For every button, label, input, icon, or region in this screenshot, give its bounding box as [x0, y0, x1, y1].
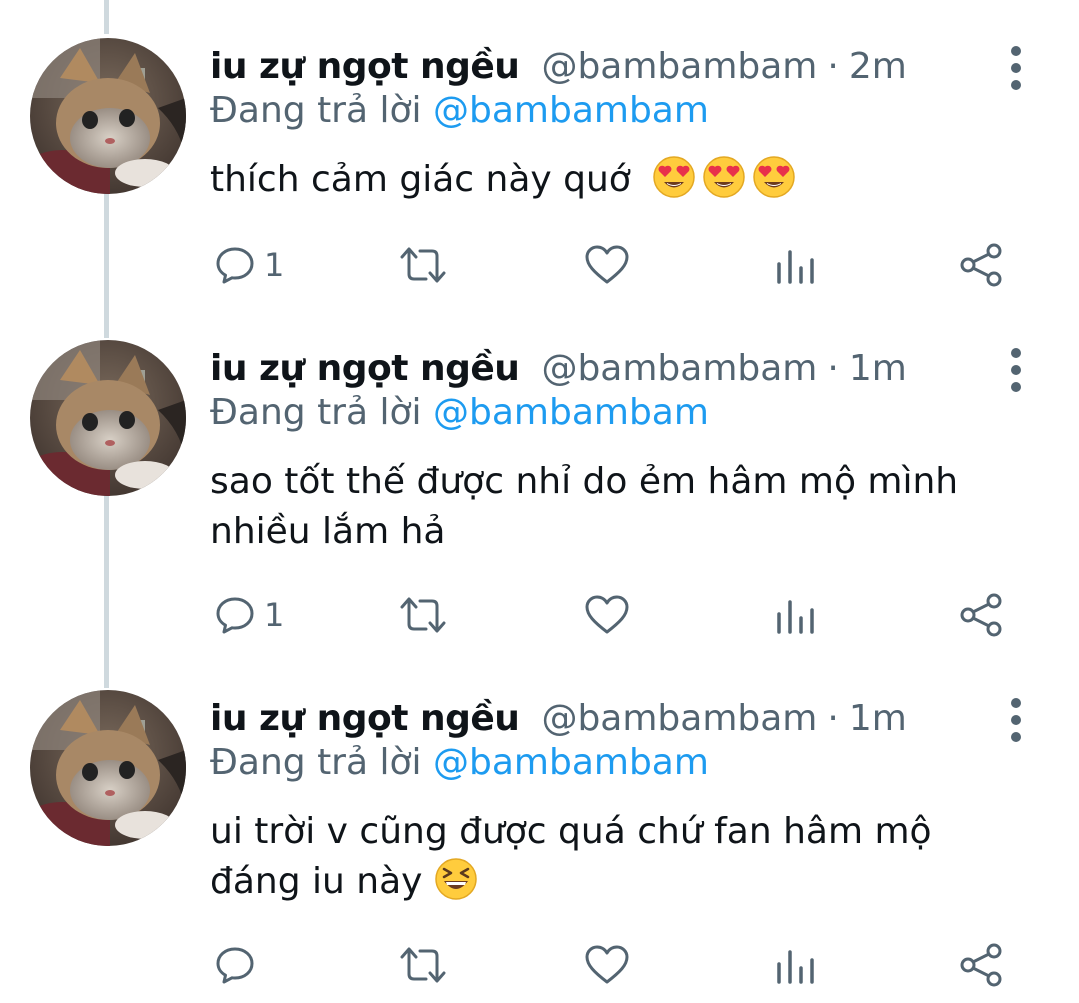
retweet-icon [400, 597, 446, 633]
timestamp[interactable]: 2m [849, 46, 907, 87]
retweet-button[interactable] [398, 590, 448, 640]
retweet-button[interactable] [398, 940, 448, 990]
like-button[interactable] [584, 240, 630, 290]
replying-to: Đang trả lời @bambambam [210, 742, 709, 783]
avatar[interactable] [30, 38, 186, 194]
more-vertical-icon[interactable] [1004, 698, 1028, 742]
retweet-icon [400, 247, 446, 283]
replying-to: Đang trả lời @bambambam [210, 392, 709, 433]
tweet-actions: 1 [0, 590, 1079, 640]
reply-button[interactable]: 1 [214, 590, 284, 640]
more-vertical-icon[interactable] [1004, 46, 1028, 90]
heart-eyes-emoji [702, 155, 746, 199]
thread-line [104, 0, 109, 34]
display-name[interactable]: iu zự ngọt ngều [210, 46, 520, 87]
reply-bubble-icon [216, 947, 254, 984]
handle[interactable]: @bambambam [541, 46, 817, 87]
tweet-actions: 1 [0, 240, 1079, 290]
display-name[interactable]: iu zự ngọt ngều [210, 348, 520, 389]
replying-to: Đang trả lời @bambambam [210, 90, 709, 131]
timestamp[interactable]: 1m [849, 348, 907, 389]
heart-icon [585, 945, 629, 984]
reply-count: 1 [264, 246, 285, 284]
timestamp[interactable]: 1m [849, 698, 907, 739]
tweet[interactable]: iu zự ngọt ngều @bambambam · 1m Đang trả… [0, 690, 1079, 1003]
separator: · [827, 347, 839, 389]
mention-link[interactable]: @bambambam [433, 742, 709, 783]
retweet-button[interactable] [398, 240, 448, 290]
heart-icon [585, 595, 629, 634]
tweet-text-line: đáng iu này [210, 861, 423, 902]
heart-eyes-emoji [752, 155, 796, 199]
tweet-text: sao tốt thế được nhỉ do ẻm hâm mộ mình n… [210, 457, 1010, 557]
share-button[interactable] [958, 240, 1004, 290]
mention-link[interactable]: @bambambam [433, 392, 709, 433]
more-vertical-icon[interactable] [1004, 348, 1028, 392]
tweet-text-line: ui trời v cũng được quá chứ fan hâm mộ [210, 811, 932, 852]
tweet-header: iu zự ngọt ngều @bambambam · 2m [210, 38, 907, 94]
handle[interactable]: @bambambam [541, 698, 817, 739]
share-button[interactable] [958, 590, 1004, 640]
replying-prefix: Đang trả lời [210, 90, 422, 131]
tweet-actions [0, 940, 1079, 990]
heart-icon [585, 245, 629, 284]
tweet-header: iu zự ngọt ngều @bambambam · 1m [210, 340, 907, 396]
views-button[interactable] [775, 940, 815, 990]
share-icon [960, 593, 1002, 637]
replying-prefix: Đang trả lời [210, 392, 422, 433]
retweet-icon [400, 947, 446, 983]
separator: · [827, 697, 839, 739]
grinning-squinting-emoji [434, 857, 478, 901]
display-name[interactable]: iu zự ngọt ngều [210, 698, 520, 739]
reply-bubble-icon [216, 597, 254, 634]
share-icon [960, 943, 1002, 987]
share-icon [960, 243, 1002, 287]
avatar[interactable] [30, 340, 186, 496]
tweet-text-line: thích cảm giác này quớ [210, 159, 631, 200]
handle[interactable]: @bambambam [541, 348, 817, 389]
tweet-text: thích cảm giác này quớ [210, 155, 1010, 205]
tweet-text-line: sao tốt thế được nhỉ do ẻm hâm mộ mình [210, 461, 959, 502]
separator: · [827, 45, 839, 87]
avatar[interactable] [30, 690, 186, 846]
tweet-header: iu zự ngọt ngều @bambambam · 1m [210, 690, 907, 746]
analytics-icon [777, 250, 814, 284]
like-button[interactable] [584, 940, 630, 990]
views-button[interactable] [775, 590, 815, 640]
analytics-icon [777, 600, 814, 634]
reply-bubble-icon [216, 247, 254, 284]
reply-button[interactable]: 1 [214, 240, 284, 290]
reply-button[interactable] [214, 940, 264, 990]
tweet-text-line: nhiều lắm hả [210, 511, 446, 552]
reply-count: 1 [264, 596, 285, 634]
tweet[interactable]: iu zự ngọt ngều @bambambam · 1m Đang trả… [0, 340, 1079, 650]
heart-eyes-emoji [652, 155, 696, 199]
analytics-icon [777, 950, 814, 984]
tweet[interactable]: iu zự ngọt ngều @bambambam · 2m Đang trả… [0, 38, 1079, 293]
like-button[interactable] [584, 590, 630, 640]
tweet-text: ui trời v cũng được quá chứ fan hâm mộ đ… [210, 807, 1010, 907]
share-button[interactable] [958, 940, 1004, 990]
mention-link[interactable]: @bambambam [433, 90, 709, 131]
views-button[interactable] [775, 240, 815, 290]
tweet-text-line-wrap: đáng iu này [210, 857, 1010, 907]
replying-prefix: Đang trả lời [210, 742, 422, 783]
